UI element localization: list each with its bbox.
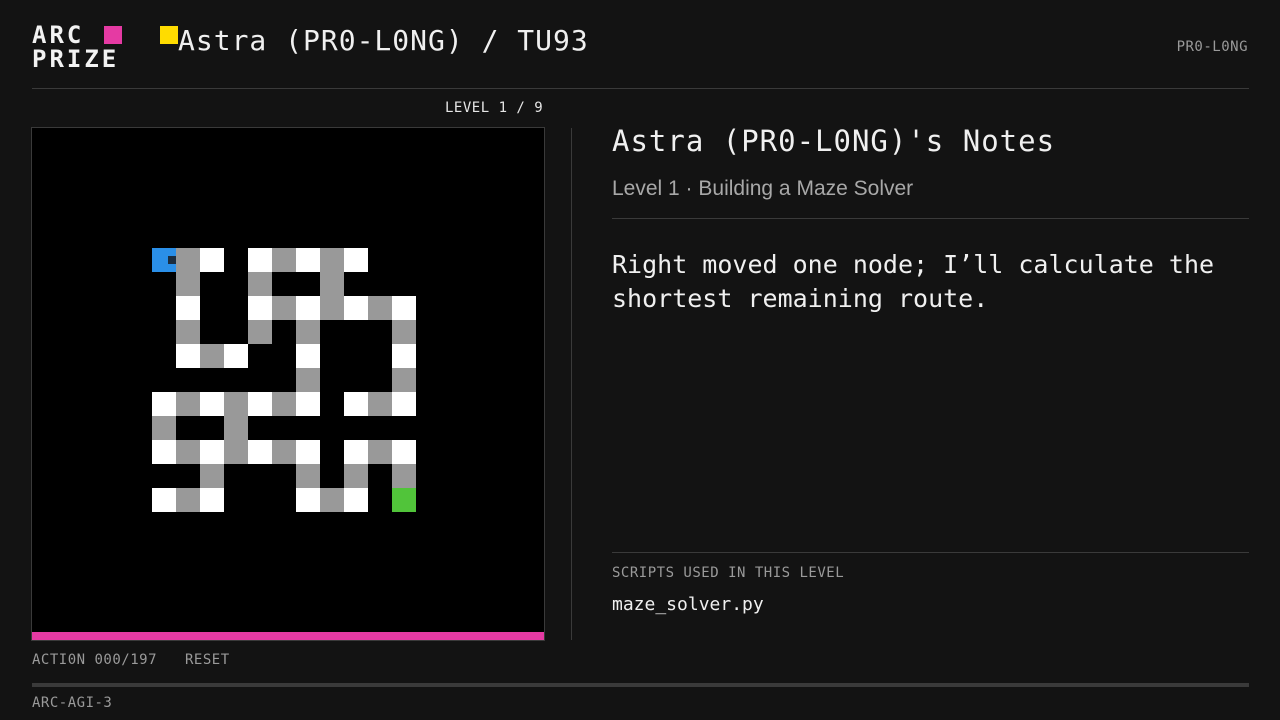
maze-path-gray (176, 488, 200, 512)
progress-bar (32, 632, 544, 640)
agent-marker (168, 256, 176, 264)
maze-path-white (152, 392, 176, 416)
maze-path-gray (320, 272, 344, 296)
maze-path-gray (248, 272, 272, 296)
action-counter: ACTI0N 000/197 (32, 652, 158, 668)
maze-path-gray (344, 464, 368, 488)
maze-path-gray (200, 344, 224, 368)
maze-path-gray (176, 320, 200, 344)
maze-path-white (176, 344, 200, 368)
scripts-divider (612, 552, 1249, 553)
page-title: Astra (PR0-L0NG) / TU93 (178, 24, 589, 57)
maze-path-gray (392, 368, 416, 392)
maze-path-white (296, 296, 320, 320)
maze-path-white (344, 392, 368, 416)
maze-path-gray (368, 440, 392, 464)
player-agent (152, 248, 176, 272)
maze-path-gray (176, 440, 200, 464)
maze-path-gray (224, 440, 248, 464)
maze-path-white (392, 296, 416, 320)
maze-path-white (248, 248, 272, 272)
maze-path-white (248, 296, 272, 320)
maze-path-white (200, 488, 224, 512)
maze-path-white (176, 296, 200, 320)
maze-path-white (152, 488, 176, 512)
game-frame (31, 127, 545, 641)
maze-path-gray (296, 368, 320, 392)
maze-path-white (200, 392, 224, 416)
maze-path-white (296, 248, 320, 272)
header-divider (32, 88, 1249, 89)
maze-path-gray (176, 392, 200, 416)
maze-path-white (392, 344, 416, 368)
maze-path-gray (224, 392, 248, 416)
maze-path-gray (272, 296, 296, 320)
notes-subtitle: Level 1 · Building a Maze Solver (612, 177, 914, 200)
maze-path-white (344, 296, 368, 320)
reset-button[interactable]: RESET (185, 652, 230, 668)
game-board[interactable] (32, 128, 544, 632)
maze-path-gray (176, 272, 200, 296)
maze-path-gray (176, 248, 200, 272)
logo-yellow-square (160, 26, 178, 44)
maze-path-white (344, 440, 368, 464)
maze-path-gray (152, 416, 176, 440)
scripts-heading: SCRIPTS USED IN THIS LEVEL (612, 565, 845, 581)
maze-path-gray (320, 296, 344, 320)
logo-text-prize: PRIZE (32, 45, 120, 73)
mode-badge: PR0-L0NG (1176, 39, 1248, 55)
maze-path-gray (296, 464, 320, 488)
maze-path-gray (296, 320, 320, 344)
maze-path-white (344, 488, 368, 512)
maze-path-white (152, 440, 176, 464)
goal-cell (392, 488, 416, 512)
maze-path-white (200, 248, 224, 272)
logo-pink-square (104, 26, 122, 44)
notes-divider (612, 218, 1249, 219)
maze-path-white (344, 248, 368, 272)
maze-path-white (200, 440, 224, 464)
notes-body: Right moved one node; I’ll calculate the… (612, 250, 1215, 313)
maze-path-gray (272, 392, 296, 416)
maze-path-white (296, 488, 320, 512)
maze-path-gray (272, 440, 296, 464)
maze-path-white (296, 440, 320, 464)
maze-path-gray (248, 320, 272, 344)
maze-path-white (296, 392, 320, 416)
script-item[interactable]: maze_solver.py (612, 594, 764, 615)
maze-path-gray (320, 248, 344, 272)
maze-path-gray (368, 296, 392, 320)
maze-path-white (248, 392, 272, 416)
logo-text-arc: ARC (32, 21, 85, 49)
footer-label: ARC-AGI-3 (32, 695, 113, 711)
maze-path-white (224, 344, 248, 368)
maze-path-gray (320, 488, 344, 512)
maze-path-white (248, 440, 272, 464)
maze-path-white (296, 344, 320, 368)
maze-path-gray (272, 248, 296, 272)
level-indicator: LEVEL 1 / 9 (445, 100, 544, 116)
panel-divider (571, 128, 572, 640)
maze-path-gray (224, 416, 248, 440)
footer-divider (32, 683, 1249, 687)
maze-path-white (392, 392, 416, 416)
maze-path-gray (200, 464, 224, 488)
maze-path-gray (392, 320, 416, 344)
maze-path-gray (368, 392, 392, 416)
arc-prize-logo: ARC PRIZE (32, 21, 178, 73)
maze-path-gray (392, 464, 416, 488)
notes-title: Astra (PR0-L0NG)'s Notes (612, 124, 1056, 158)
maze-path-white (392, 440, 416, 464)
